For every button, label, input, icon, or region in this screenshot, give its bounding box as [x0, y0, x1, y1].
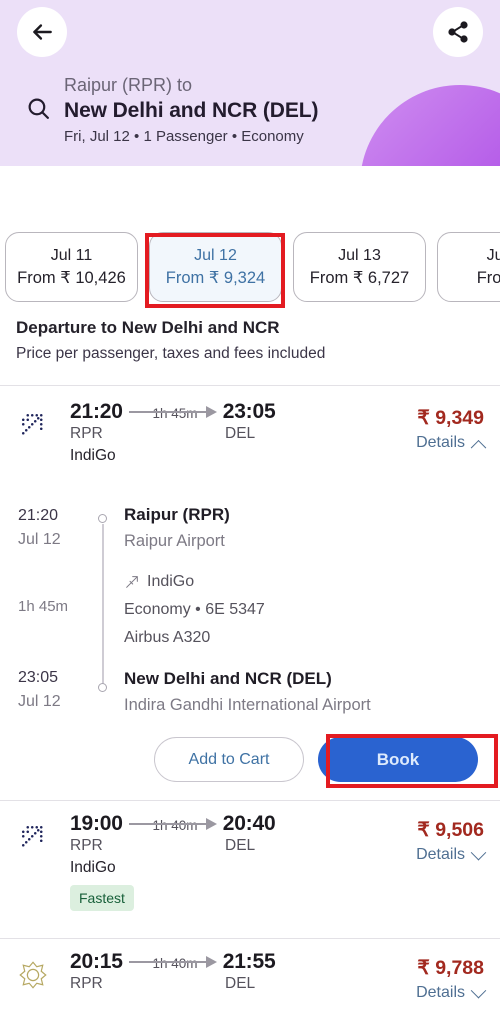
flight-arrow-icon — [128, 401, 217, 423]
arrive-code: DEL — [225, 837, 256, 854]
flight-times-block: 21:20 23:05 RPR 1h 45m DEL IndiGo — [70, 400, 364, 465]
arrow-left-icon — [29, 19, 55, 45]
route-origin: Raipur (RPR) to — [64, 75, 193, 95]
airline-name: IndiGo — [70, 859, 116, 876]
indigo-logo-icon — [18, 812, 70, 911]
share-button[interactable] — [433, 7, 483, 57]
date-chip-date: Jul 12 — [194, 246, 237, 264]
depart-time: 19:00 — [70, 812, 123, 835]
flight-results-screen: Raipur (RPR) to New Delhi and NCR (DEL) … — [0, 0, 500, 1014]
flight-arrow-icon — [128, 951, 217, 973]
date-chip-date: Jul 13 — [338, 246, 381, 264]
arrive-code: DEL — [225, 975, 256, 992]
section-heading: Departure to New Delhi and NCR Price per… — [16, 316, 486, 366]
vistara-logo-icon — [18, 950, 70, 1002]
date-chip-strip[interactable]: Jul 11 From ₹ 10,426 Jul 12 From ₹ 9,324… — [0, 232, 500, 308]
timeline-line — [102, 524, 104, 686]
flight-price-block: ₹ 9,349 Details — [364, 400, 487, 465]
flight-action-buttons: Add to Cart Book — [0, 737, 500, 782]
date-chip-price: From ₹ 9,324 — [165, 268, 266, 287]
divider — [0, 385, 500, 386]
itinerary-origin-name: Raipur (RPR) — [124, 505, 230, 524]
itinerary-depart-date: Jul 12 — [18, 531, 61, 548]
details-label: Details — [416, 846, 465, 863]
itinerary-arrive-date: Jul 12 — [18, 693, 61, 710]
arrive-time: 20:40 — [222, 812, 276, 835]
details-label: Details — [416, 434, 465, 451]
flight-price: ₹ 9,506 — [417, 819, 484, 841]
airline-name: IndiGo — [70, 447, 116, 464]
details-label: Details — [416, 984, 465, 1001]
fastest-badge: Fastest — [70, 885, 134, 911]
section-title: Departure to New Delhi and NCR — [16, 318, 280, 337]
itinerary-depart-time: 21:20 — [18, 507, 59, 524]
chevron-down-icon — [470, 844, 487, 860]
date-chip-jul-13[interactable]: Jul 13 From ₹ 6,727 — [293, 232, 426, 302]
depart-time: 21:20 — [70, 400, 123, 423]
flight-times-block: 19:00 20:40 RPR 1h 40m DEL IndiGo Fastes… — [70, 812, 364, 911]
chevron-up-icon — [470, 439, 487, 456]
flight-arrow-icon — [128, 813, 217, 835]
depart-code: RPR — [70, 837, 103, 854]
flight-itinerary-detail: 21:20 Jul 12 1h 45m 23:05 Jul 12 Raipur … — [0, 500, 500, 718]
flight-price-block: ₹ 9,788 Details — [364, 950, 487, 1002]
indigo-logo-icon — [18, 400, 70, 465]
date-chip-jul-12[interactable]: Jul 12 From ₹ 9,324 — [149, 232, 282, 302]
timeline-dot-origin — [98, 514, 107, 523]
divider — [0, 938, 500, 939]
date-chip-price: From ₹ — [476, 268, 500, 287]
add-to-cart-button[interactable]: Add to Cart — [154, 737, 304, 782]
flight-result-row-2[interactable]: 19:00 20:40 RPR 1h 40m DEL IndiGo Fastes… — [0, 812, 500, 911]
itinerary-times-column: 21:20 Jul 12 1h 45m 23:05 Jul 12 — [18, 500, 94, 718]
date-chip-date: Jul 11 — [50, 246, 93, 264]
itinerary-arrive-time: 23:05 — [18, 669, 59, 686]
itinerary-info-column: Raipur (RPR) Raipur Airport IndiGo Econo… — [116, 500, 500, 718]
timeline-dot-destination — [98, 683, 107, 692]
date-chip-date: Jul 1 — [486, 246, 500, 264]
itinerary-aircraft: Airbus A320 — [124, 629, 211, 646]
date-chip-jul-11[interactable]: Jul 11 From ₹ 10,426 — [5, 232, 138, 302]
details-toggle[interactable]: Details — [364, 844, 487, 864]
flight-result-row-1[interactable]: 21:20 23:05 RPR 1h 45m DEL IndiGo ₹ 9,34… — [0, 400, 500, 465]
arrive-code: DEL — [225, 425, 256, 442]
arrive-time: 21:55 — [222, 950, 276, 973]
date-chip-price: From ₹ 10,426 — [17, 268, 126, 287]
itinerary-duration: 1h 45m — [18, 598, 69, 615]
flight-price: ₹ 9,349 — [417, 407, 484, 429]
arrive-time: 23:05 — [222, 400, 276, 423]
details-toggle[interactable]: Details — [364, 982, 487, 1002]
date-chip-jul-14[interactable]: Jul 1 From ₹ — [437, 232, 500, 302]
depart-code: RPR — [70, 425, 103, 442]
itinerary-airline: IndiGo — [147, 573, 195, 590]
itinerary-destination-name: New Delhi and NCR (DEL) — [124, 669, 332, 688]
chevron-down-icon — [470, 982, 487, 998]
divider — [0, 800, 500, 801]
itinerary-destination-airport: Indira Gandhi International Airport — [124, 696, 371, 714]
flight-price-block: ₹ 9,506 Details — [364, 812, 487, 911]
itinerary-origin-airport: Raipur Airport — [124, 532, 225, 550]
search-icon — [26, 74, 60, 121]
page-header: Raipur (RPR) to New Delhi and NCR (DEL) … — [0, 0, 500, 166]
plane-icon — [124, 574, 140, 590]
section-subtitle: Price per passenger, taxes and fees incl… — [16, 345, 326, 362]
flight-price: ₹ 9,788 — [417, 957, 484, 979]
trip-meta: Fri, Jul 12 • 1 Passenger • Economy — [64, 128, 304, 145]
route-destination: New Delhi and NCR (DEL) — [64, 99, 319, 122]
details-toggle[interactable]: Details — [364, 434, 487, 456]
back-button[interactable] — [17, 7, 67, 57]
search-summary[interactable]: Raipur (RPR) to New Delhi and NCR (DEL) … — [26, 74, 318, 148]
share-icon — [446, 20, 470, 44]
depart-code: RPR — [70, 975, 103, 992]
depart-time: 20:15 — [70, 950, 123, 973]
itinerary-cabin-flight: Economy • 6E 5347 — [124, 601, 265, 618]
decorative-blob — [360, 85, 500, 166]
book-button[interactable]: Book — [318, 737, 478, 782]
date-chip-price: From ₹ 6,727 — [309, 268, 410, 287]
flight-result-row-3[interactable]: 20:15 21:55 RPR 1h 40m DEL ₹ 9,788 Detai… — [0, 950, 500, 1002]
flight-times-block: 20:15 21:55 RPR 1h 40m DEL — [70, 950, 364, 1002]
itinerary-timeline — [94, 500, 116, 718]
